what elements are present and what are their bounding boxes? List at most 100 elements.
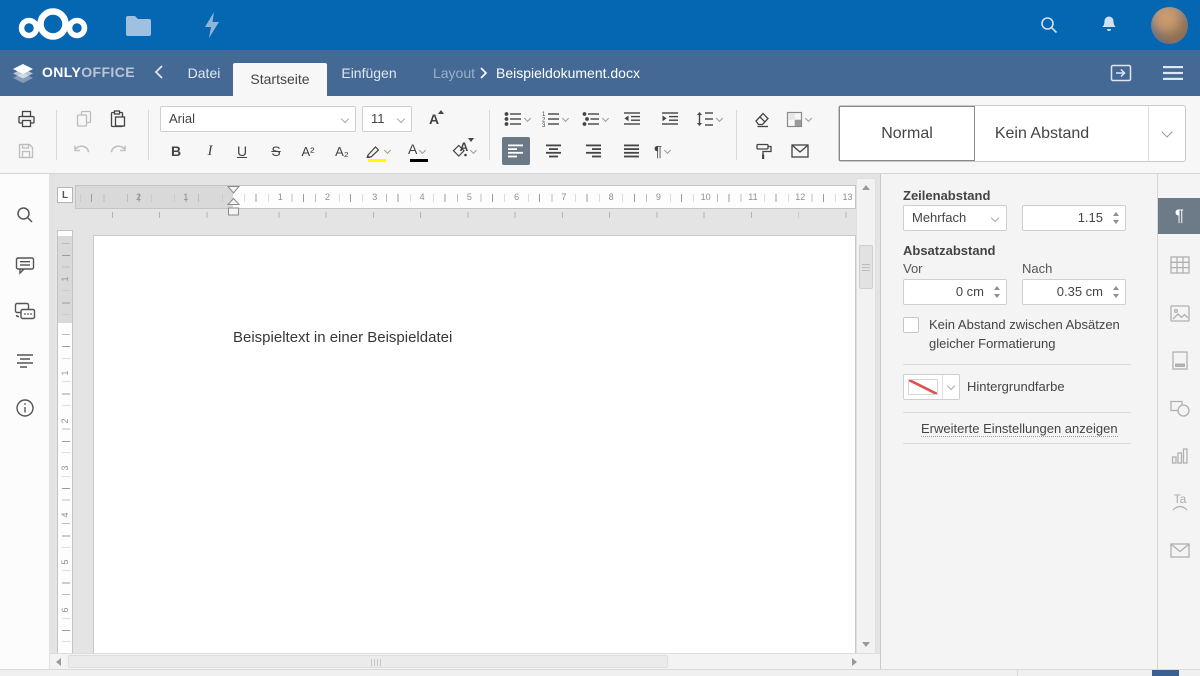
- clear-style-button[interactable]: [748, 105, 776, 133]
- copy-button[interactable]: [70, 105, 98, 133]
- document-text[interactable]: Beispieltext in einer Beispieldatei: [233, 329, 452, 346]
- go-to-folder-icon[interactable]: [1108, 60, 1134, 86]
- horizontal-scrollbar[interactable]: [50, 653, 880, 669]
- color-dropdown-chevron-icon[interactable]: [942, 375, 959, 399]
- background-color-label: Hintergrundfarbe: [967, 379, 1065, 394]
- notifications-bell-icon[interactable]: [1091, 7, 1127, 43]
- paste-button[interactable]: [104, 105, 132, 133]
- navigation-headings-icon[interactable]: [12, 347, 38, 373]
- background-color-picker[interactable]: [903, 374, 960, 400]
- font-color-button[interactable]: A: [406, 137, 440, 165]
- print-button[interactable]: [12, 105, 40, 133]
- multilevel-list-button[interactable]: [580, 105, 614, 133]
- decrease-indent-button[interactable]: [618, 105, 646, 133]
- vertical-scroll-thumb[interactable]: [859, 245, 873, 289]
- superscript-button[interactable]: A²: [294, 137, 322, 165]
- document-page[interactable]: Beispieltext in einer Beispieldatei: [93, 235, 856, 654]
- before-label: Vor: [903, 261, 923, 276]
- strikethrough-button[interactable]: S: [262, 137, 290, 165]
- onlyoffice-brand: ONLYOFFICE: [12, 50, 135, 96]
- left-rail: [0, 174, 50, 669]
- spacing-after-spinner[interactable]: 0.35 cm: [1022, 279, 1126, 305]
- files-app-icon[interactable]: [118, 5, 158, 45]
- header-footer-settings-icon[interactable]: [1167, 347, 1193, 373]
- header-right-actions: [1108, 50, 1186, 96]
- tab-datei[interactable]: Datei: [178, 50, 230, 96]
- paragraph-marks-button[interactable]: ¶: [652, 137, 686, 165]
- italic-button[interactable]: I: [196, 137, 224, 165]
- align-center-button[interactable]: [540, 137, 568, 165]
- spacing-before-spinner[interactable]: 0 cm: [903, 279, 1007, 305]
- paragraph-settings-panel: Zeilenabstand Mehrfach 1.15 Absatzabstan…: [880, 174, 1157, 669]
- spinner-up-icon[interactable]: [1113, 286, 1119, 290]
- tab-layout[interactable]: Layout: [430, 50, 478, 96]
- advanced-settings-link[interactable]: Erweiterte Einstellungen anzeigen: [921, 421, 1118, 437]
- search-icon[interactable]: [1031, 7, 1067, 43]
- about-info-icon[interactable]: [12, 395, 38, 421]
- underline-button[interactable]: U: [228, 137, 256, 165]
- increase-font-button[interactable]: A: [420, 105, 448, 133]
- ruler-number: 10: [701, 186, 711, 208]
- find-icon[interactable]: [12, 202, 38, 228]
- hamburger-menu-icon[interactable]: [1160, 60, 1186, 86]
- line-spacing-heading: Zeilenabstand: [903, 188, 990, 203]
- horizontal-scroll-thumb[interactable]: [68, 655, 668, 668]
- table-shading-button[interactable]: [784, 105, 818, 133]
- justify-button[interactable]: [618, 137, 646, 165]
- scroll-left-button[interactable]: [50, 654, 66, 669]
- spinner-down-icon[interactable]: [1113, 220, 1119, 224]
- image-settings-icon[interactable]: [1167, 300, 1193, 326]
- numbered-list-button[interactable]: 123: [540, 105, 574, 133]
- no-spacing-checkbox[interactable]: [903, 317, 919, 333]
- bullet-list-button[interactable]: [502, 105, 536, 133]
- line-spacing-value-spinner[interactable]: 1.15: [1022, 205, 1126, 231]
- align-left-button[interactable]: [502, 137, 530, 165]
- spinner-down-icon[interactable]: [994, 294, 1000, 298]
- back-chevron-icon[interactable]: [152, 63, 172, 83]
- app-window: ONLYOFFICE Datei Startseite Einfügen Lay…: [0, 0, 1200, 676]
- vertical-scrollbar[interactable]: [856, 178, 876, 654]
- font-name-select[interactable]: Arial: [160, 106, 356, 132]
- style-kein-abstand[interactable]: Kein Abstand: [975, 106, 1109, 161]
- ruler-number: 1: [183, 186, 188, 208]
- paragraph-settings-tab[interactable]: ¶: [1158, 198, 1200, 234]
- nextcloud-logo-icon[interactable]: [16, 6, 90, 44]
- paragraph-shading-button[interactable]: [448, 137, 482, 165]
- chat-icon[interactable]: [12, 299, 38, 325]
- line-spacing-value: 1.15: [1078, 206, 1103, 230]
- redo-button[interactable]: [104, 137, 132, 165]
- increase-indent-button[interactable]: [656, 105, 684, 133]
- copy-style-button[interactable]: [750, 137, 778, 165]
- status-bar-accent[interactable]: [1152, 670, 1179, 676]
- scroll-right-button[interactable]: [846, 654, 862, 669]
- spinner-down-icon[interactable]: [1113, 294, 1119, 298]
- bold-button[interactable]: B: [162, 137, 190, 165]
- chart-settings-icon[interactable]: [1167, 442, 1193, 468]
- tab-startseite[interactable]: Startseite: [233, 63, 327, 96]
- highlight-color-button[interactable]: [364, 137, 398, 165]
- save-button[interactable]: [12, 137, 40, 165]
- tab-stop-selector[interactable]: L: [57, 187, 73, 203]
- no-spacing-checkbox-label[interactable]: Kein Abstand zwischen Absätzen gleicher …: [929, 315, 1134, 353]
- mail-merge-button[interactable]: [786, 137, 814, 165]
- scroll-down-button[interactable]: [857, 636, 875, 653]
- align-right-button[interactable]: [580, 137, 608, 165]
- mail-merge-settings-icon[interactable]: [1167, 537, 1193, 563]
- spinner-up-icon[interactable]: [1113, 212, 1119, 216]
- comments-icon[interactable]: [12, 252, 38, 278]
- spinner-up-icon[interactable]: [994, 286, 1000, 290]
- font-size-select[interactable]: 11: [362, 106, 412, 132]
- user-avatar[interactable]: [1151, 7, 1188, 44]
- subscript-button[interactable]: A₂: [328, 137, 356, 165]
- style-gallery-expand-button[interactable]: [1148, 106, 1185, 161]
- table-settings-icon[interactable]: [1167, 252, 1193, 278]
- line-spacing-mode-select[interactable]: Mehrfach: [903, 205, 1007, 231]
- activity-app-icon[interactable]: [192, 5, 232, 45]
- scroll-up-button[interactable]: [857, 179, 875, 196]
- undo-button[interactable]: [68, 137, 96, 165]
- shape-settings-icon[interactable]: [1167, 395, 1193, 421]
- line-spacing-button[interactable]: [694, 105, 728, 133]
- style-normal[interactable]: Normal: [839, 106, 975, 161]
- tab-einfuegen[interactable]: Einfügen: [334, 50, 404, 96]
- text-art-settings-icon[interactable]: Ta: [1167, 489, 1193, 515]
